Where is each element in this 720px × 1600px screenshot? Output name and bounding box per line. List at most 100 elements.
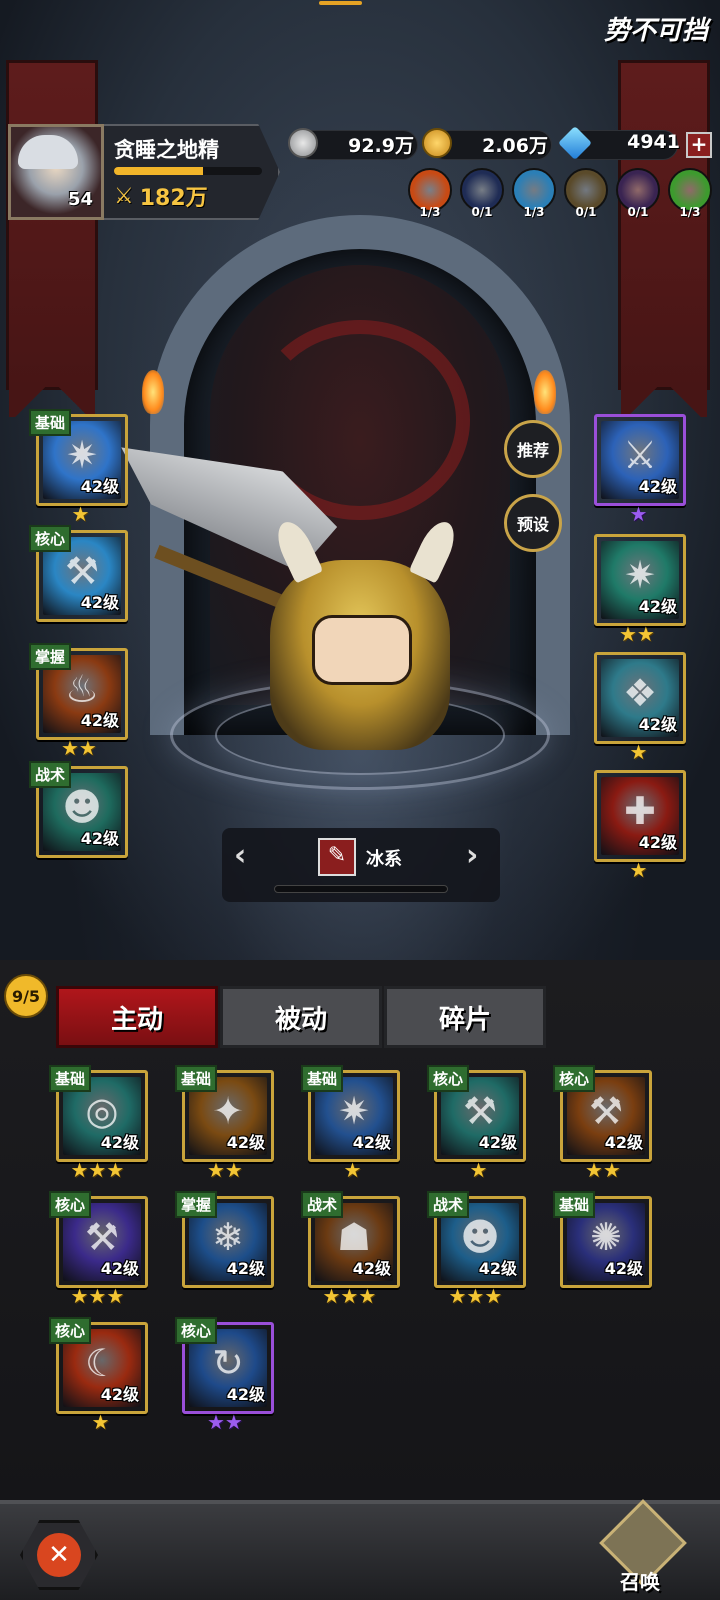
skill-slot[interactable]: ✺ 42级 基础 [553, 1191, 652, 1288]
skill-slot[interactable]: ◎ 42级 基础 [49, 1065, 148, 1162]
skill-slot[interactable]: ✷ 42级 基础 [29, 409, 128, 506]
recommend-button[interactable]: 推荐 [504, 420, 562, 478]
combat-power: ⚔ 182万 [114, 180, 208, 212]
skill-slot[interactable]: ☗ 42级 战术 [301, 1191, 400, 1288]
torch-left [142, 370, 164, 414]
element-count: 1/3 [523, 205, 545, 219]
skill-level: 42级 [604, 1133, 643, 1152]
skill-glyph-icon: ☾ [84, 1340, 120, 1385]
element-count: 0/1 [575, 205, 597, 219]
skill-stars: ★★ [585, 1158, 621, 1182]
skill-level: 42级 [226, 1259, 265, 1278]
skill-slot[interactable]: ✚ 42级 [594, 770, 686, 862]
skill-level: 42级 [352, 1259, 391, 1278]
skill-category-tag: 核心 [49, 1317, 92, 1344]
skill-slot[interactable]: ⚒ 42级 核心 [553, 1065, 652, 1162]
skill-category-tag: 基础 [175, 1065, 218, 1092]
skill-slot[interactable]: ⚒ 42级 核心 [427, 1065, 526, 1162]
close-icon: ✕ [37, 1533, 81, 1577]
skill-stars: ★★★ [70, 1158, 125, 1182]
skill-slot[interactable]: ⚒ 42级 核心 [29, 525, 128, 622]
skill-slot[interactable]: ↻ 42级 核心 [175, 1317, 274, 1414]
skill-level: 42级 [100, 1385, 139, 1404]
tab-fragments[interactable]: 碎片 [384, 986, 546, 1048]
add-diamond-button[interactable]: + [686, 132, 712, 158]
skill-glyph-icon: ⚒ [588, 1088, 624, 1133]
preset-button[interactable]: 预设 [504, 494, 562, 552]
skill-level: 42级 [80, 829, 119, 848]
skill-slot[interactable]: ⚔ 42级 [594, 414, 686, 506]
skill-slot[interactable]: ✷ 42级 基础 [301, 1065, 400, 1162]
skill-glyph-icon: ⚒ [84, 1214, 120, 1259]
skill-slot[interactable]: ❄ 42级 掌握 [175, 1191, 274, 1288]
skill-glyph-icon: ☻ [62, 784, 102, 829]
skill-stars: ★ [71, 502, 90, 526]
skill-stars: ★★ [207, 1410, 243, 1434]
torch-right [534, 370, 556, 414]
tab-active-skills[interactable]: 主动 [56, 986, 218, 1048]
skill-glyph-icon: ☻ [460, 1214, 500, 1259]
skill-slot[interactable]: ✷ 42级 [594, 534, 686, 626]
exp-bar-fill [114, 167, 203, 175]
edit-pencil-icon[interactable]: ✎ [318, 838, 356, 876]
skill-category-tag: 掌握 [175, 1191, 218, 1218]
skill-stars: ★★★ [448, 1284, 503, 1308]
gold-coin-icon [422, 128, 452, 158]
skill-slot[interactable]: ❖ 42级 [594, 652, 686, 744]
skill-stars: ★★★ [70, 1284, 125, 1308]
skill-slot[interactable]: ☻ 42级 战术 [427, 1191, 526, 1288]
skill-glyph-icon: ✷ [338, 1088, 370, 1133]
skill-glyph-icon: ✦ [212, 1088, 244, 1133]
gold-value: 2.06万 [482, 135, 548, 157]
skill-stars: ★★ [207, 1158, 243, 1182]
skill-category-tag: 核心 [427, 1065, 470, 1092]
player-level: 54 [68, 189, 94, 210]
skill-slot[interactable]: ☻ 42级 战术 [29, 761, 128, 858]
prev-element-arrow-icon[interactable]: ‹ [234, 838, 246, 873]
skill-level: 42级 [638, 597, 677, 616]
skill-stars: ★ [629, 858, 648, 882]
skill-category-tag: 基础 [29, 409, 72, 436]
skill-slot[interactable]: ✦ 42级 基础 [175, 1065, 274, 1162]
page-title: 势不可挡 [603, 16, 708, 46]
skill-category-tag: 基础 [49, 1065, 92, 1092]
skill-glyph-icon: ☗ [336, 1214, 372, 1259]
skill-slot[interactable]: ♨ 42级 掌握 [29, 643, 128, 740]
skill-level: 42级 [80, 711, 119, 730]
skill-glyph-icon: ✺ [590, 1214, 622, 1259]
skill-glyph-icon: ✷ [624, 552, 656, 597]
skill-slot[interactable]: ⚒ 42级 核心 [49, 1191, 148, 1288]
next-element-arrow-icon[interactable]: › [466, 838, 478, 873]
combat-power-value: 182万 [139, 186, 208, 211]
skill-category-tag: 基础 [301, 1065, 344, 1092]
skill-level: 42级 [80, 593, 119, 612]
skill-slot[interactable]: ☾ 42级 核心 [49, 1317, 148, 1414]
skill-stars: ★ [91, 1410, 110, 1434]
skill-glyph-icon: ⚒ [462, 1088, 498, 1133]
skill-category-tag: 战术 [29, 761, 72, 788]
skill-glyph-icon: ⚒ [64, 548, 100, 593]
skill-category-tag: 核心 [29, 525, 72, 552]
exp-bar [114, 167, 262, 175]
skill-category-tag: 核心 [553, 1065, 596, 1092]
skill-stars: ★★ [619, 622, 655, 646]
hero-face [312, 615, 412, 685]
skill-category-tag: 掌握 [29, 643, 72, 670]
skill-level: 42级 [604, 1259, 643, 1278]
skill-level: 42级 [638, 833, 677, 852]
left-banner [6, 60, 98, 417]
skill-category-tag: 核心 [49, 1191, 92, 1218]
skill-category-tag: 核心 [175, 1317, 218, 1344]
skill-level: 42级 [226, 1133, 265, 1152]
skill-level: 42级 [226, 1385, 265, 1404]
skill-glyph-icon: ❖ [622, 670, 658, 715]
diamond-value: 4941 [627, 131, 680, 153]
skill-glyph-icon: ⚔ [622, 432, 658, 477]
skill-glyph-icon: ↻ [212, 1340, 244, 1385]
skill-category-tag: 基础 [553, 1191, 596, 1218]
skill-stars: ★ [629, 740, 648, 764]
skill-glyph-icon: ◎ [85, 1088, 119, 1133]
summon-label: 召唤 [620, 1570, 660, 1594]
skill-category-tag: 战术 [301, 1191, 344, 1218]
tab-passive-skills[interactable]: 被动 [220, 986, 382, 1048]
